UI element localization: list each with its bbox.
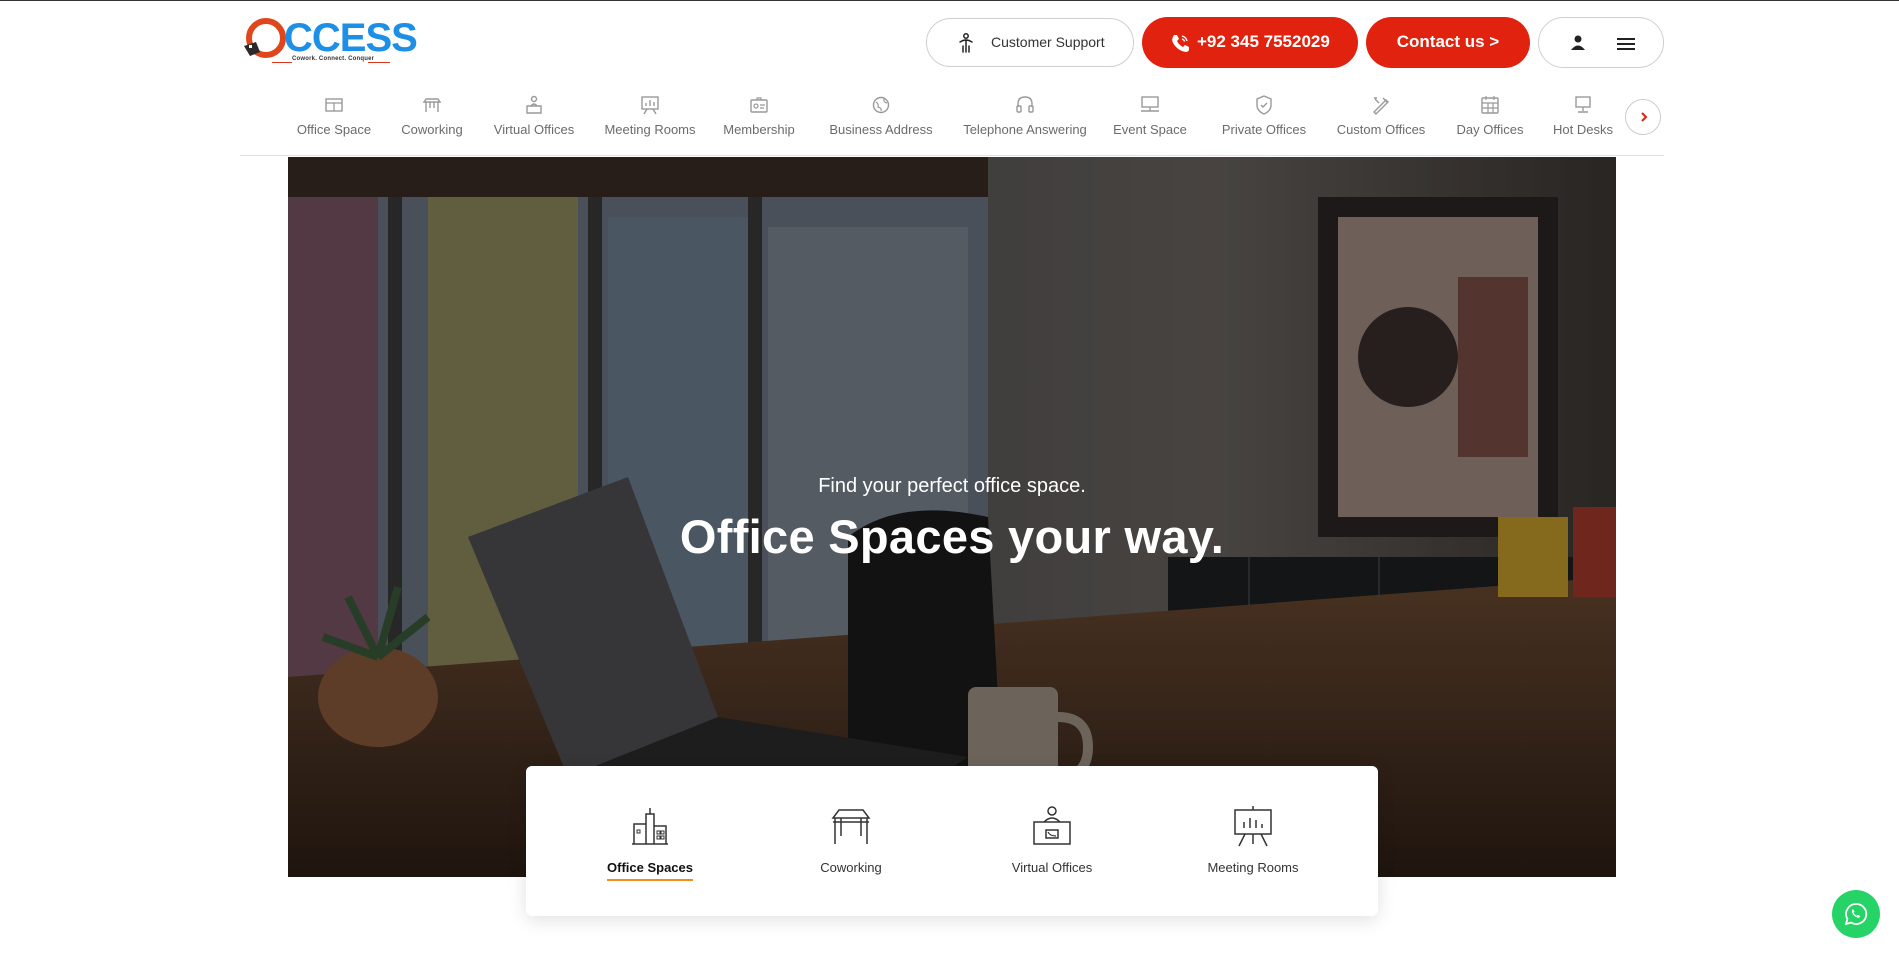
logo-underline-left bbox=[272, 62, 292, 63]
category-nav: Office Space Coworking Virtual Offices M… bbox=[240, 90, 1664, 156]
category-virtual-offices[interactable]: Virtual Offices bbox=[486, 90, 582, 150]
category-label: Custom Offices bbox=[1336, 122, 1426, 137]
presentation-board-icon bbox=[1234, 806, 1272, 847]
hero-title: Office Spaces your way. bbox=[679, 510, 1225, 563]
event-space-icon bbox=[1141, 96, 1159, 112]
phone-number-label: +92 345 7552029 bbox=[1197, 32, 1330, 51]
category-event-space[interactable]: Event Space bbox=[1112, 90, 1188, 150]
tab-label: Office Spaces bbox=[607, 860, 693, 881]
phone-button[interactable]: +92 345 7552029 bbox=[1142, 17, 1358, 68]
hot-desks-icon bbox=[1575, 96, 1591, 113]
support-person-icon bbox=[959, 33, 973, 53]
membership-icon bbox=[750, 97, 768, 113]
category-label: Meeting Rooms bbox=[604, 122, 696, 137]
hamburger-menu-icon bbox=[1617, 38, 1635, 50]
receptionist-icon bbox=[1033, 806, 1071, 845]
hero-subtitle: Find your perfect office space. bbox=[818, 475, 1086, 497]
contact-us-button[interactable]: Contact us > bbox=[1366, 17, 1530, 68]
logo[interactable]: CCESS Cowork. Connect. Conquer bbox=[240, 14, 418, 66]
logo-mark-icon bbox=[244, 18, 286, 58]
chevron-right-icon bbox=[1641, 112, 1648, 122]
category-office-space[interactable]: Office Space bbox=[286, 90, 382, 150]
tab-virtual-offices[interactable]: Virtual Offices bbox=[972, 804, 1132, 879]
category-label: Coworking bbox=[401, 122, 463, 137]
category-day-offices[interactable]: Day Offices bbox=[1450, 90, 1530, 150]
whatsapp-button[interactable] bbox=[1832, 890, 1880, 938]
category-membership[interactable]: Membership bbox=[714, 90, 804, 150]
category-label: Day Offices bbox=[1456, 122, 1524, 137]
logo-wordmark: CCESS bbox=[284, 16, 418, 60]
nav-divider bbox=[240, 155, 1664, 156]
category-label: Office Space bbox=[296, 122, 372, 137]
tab-label: Virtual Offices bbox=[1011, 860, 1093, 875]
customer-support-label: Customer Support bbox=[991, 34, 1105, 50]
top-border bbox=[0, 0, 1899, 1]
business-address-icon bbox=[872, 96, 890, 114]
category-next-button[interactable] bbox=[1625, 99, 1661, 135]
category-meeting-rooms[interactable]: Meeting Rooms bbox=[600, 90, 700, 150]
category-custom-offices[interactable]: Custom Offices bbox=[1334, 90, 1428, 150]
category-label: Event Space bbox=[1113, 122, 1187, 137]
buildings-icon bbox=[632, 808, 668, 845]
category-business-address[interactable]: Business Address bbox=[826, 90, 936, 150]
meeting-rooms-icon bbox=[641, 96, 659, 115]
category-coworking[interactable]: Coworking bbox=[388, 90, 476, 150]
whatsapp-icon bbox=[1844, 903, 1868, 926]
phone-icon bbox=[1172, 35, 1189, 52]
coworking-icon bbox=[422, 98, 442, 112]
tab-meeting-rooms[interactable]: Meeting Rooms bbox=[1173, 804, 1333, 879]
category-label: Private Offices bbox=[1221, 122, 1307, 137]
telephone-answering-icon bbox=[1016, 96, 1034, 113]
category-telephone-answering[interactable]: Telephone Answering bbox=[962, 90, 1088, 150]
category-label: Telephone Answering bbox=[963, 122, 1087, 137]
tab-office-spaces[interactable]: Office Spaces bbox=[570, 804, 730, 881]
category-private-offices[interactable]: Private Offices bbox=[1220, 90, 1308, 150]
custom-offices-icon bbox=[1373, 97, 1389, 115]
tab-label: Coworking bbox=[820, 860, 882, 875]
category-label: Membership bbox=[723, 122, 795, 137]
account-menu-button[interactable] bbox=[1538, 17, 1664, 68]
user-icon bbox=[1571, 35, 1585, 50]
contact-us-label: Contact us > bbox=[1396, 32, 1500, 51]
search-tabs-card: Office Spaces Coworking Virtual Offices … bbox=[526, 766, 1378, 916]
logo-underline-right bbox=[368, 62, 390, 63]
category-hot-desks[interactable]: Hot Desks bbox=[1548, 90, 1618, 150]
customer-support-button[interactable]: Customer Support bbox=[926, 18, 1134, 67]
desk-icon bbox=[831, 809, 871, 844]
tab-coworking[interactable]: Coworking bbox=[771, 804, 931, 879]
tab-label: Meeting Rooms bbox=[1207, 860, 1299, 875]
category-label: Virtual Offices bbox=[493, 122, 575, 137]
day-offices-icon bbox=[1481, 96, 1499, 114]
category-label: Hot Desks bbox=[1553, 122, 1613, 137]
virtual-offices-icon bbox=[526, 95, 542, 114]
private-offices-icon bbox=[1256, 95, 1272, 115]
office-space-icon bbox=[325, 98, 343, 112]
logo-tagline: Cowork. Connect. Conquer bbox=[292, 56, 375, 62]
category-label: Business Address bbox=[829, 122, 933, 137]
